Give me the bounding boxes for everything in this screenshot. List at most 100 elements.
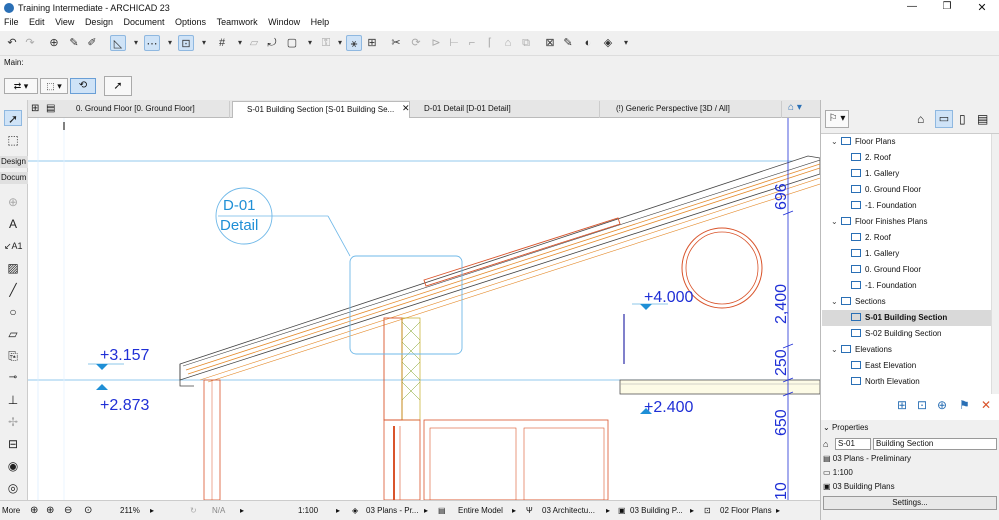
3d-view-icon[interactable]: ◈	[600, 35, 616, 51]
chevron-right-icon[interactable]: ▸	[150, 504, 154, 517]
nav-item-north-elevation[interactable]: North Elevation	[851, 374, 920, 390]
eyedropper-icon[interactable]: ✎	[66, 35, 82, 51]
nav-item-east-elevation[interactable]: East Elevation	[851, 358, 916, 374]
adjust-icon[interactable]: ⌈	[482, 35, 498, 51]
settings-button[interactable]: Settings...	[823, 496, 997, 510]
elevation-dimension-icon[interactable]: ⊥	[4, 392, 22, 408]
new-view-icon[interactable]: ⊞	[897, 398, 907, 412]
frame-icon[interactable]: ▢	[284, 35, 300, 51]
layer-row[interactable]: ▤ 03 Plans - Preliminary	[823, 453, 911, 465]
toolbox-design-label[interactable]: Design	[0, 156, 28, 168]
circle-icon[interactable]: ○	[4, 304, 22, 320]
menu-view[interactable]: View	[51, 16, 78, 27]
split-icon[interactable]: ⊢	[446, 35, 462, 51]
tab-list-icon[interactable]: ▤	[46, 103, 55, 114]
detail-marker-icon[interactable]: ◎	[4, 480, 22, 496]
layer-icon[interactable]: ▱	[246, 35, 262, 51]
drawing-canvas[interactable]: D-01 Detail +3.157 +2.873 +4.000 +2.400	[28, 118, 820, 500]
layer-combination[interactable]: 03 Plans - Pr...	[366, 504, 418, 517]
zoom-value[interactable]: 211%	[120, 504, 140, 517]
undo-icon[interactable]: ↶	[4, 35, 20, 51]
nav-item-gallery[interactable]: 1. Gallery	[851, 166, 899, 182]
properties-header[interactable]: ⌄ Properties	[823, 422, 868, 434]
guide-lines-icon[interactable]: ⋯	[144, 35, 160, 51]
pen-set-row[interactable]: ▣ 03 Building Plans	[823, 481, 895, 493]
chevron-right-icon[interactable]: ▸	[424, 504, 428, 517]
minimize-icon[interactable]: —	[905, 1, 919, 15]
chevron-right-icon[interactable]: ▸	[690, 504, 694, 517]
orbit-icon[interactable]: ⟲	[70, 78, 96, 94]
level-dimension-icon[interactable]: ⊸	[4, 370, 22, 386]
view-map-icon[interactable]: ▭	[935, 110, 953, 128]
arrow-icon[interactable]: ➚	[4, 110, 22, 126]
chevron-right-icon[interactable]: ▸	[512, 504, 516, 517]
scale-value[interactable]: 1:100	[298, 504, 318, 517]
roof-icon[interactable]: ⌂	[500, 35, 516, 51]
menu-window[interactable]: Window	[264, 16, 304, 27]
zoom-in-icon[interactable]: ⊕	[46, 504, 54, 517]
dimension-icon[interactable]: ⊕	[4, 194, 22, 210]
tab-overview-icon[interactable]: ⊞	[31, 103, 39, 114]
hotspot-icon[interactable]: ✢	[4, 414, 22, 430]
menu-file[interactable]: File	[0, 16, 23, 27]
section-marker-icon[interactable]: ◉	[4, 458, 22, 474]
redo-icon[interactable]: ↷	[22, 35, 38, 51]
marquee-icon[interactable]: ⬚	[4, 132, 22, 148]
chevron-right-icon[interactable]: ▸	[336, 504, 340, 517]
arrow-tool-icon[interactable]: ➚	[104, 76, 132, 96]
cut-icon[interactable]: ✂	[388, 35, 404, 51]
grid-icon[interactable]: #	[214, 35, 230, 51]
nav-item-roof[interactable]: 2. Roof	[851, 150, 891, 166]
tab-perspective[interactable]: (!) Generic Perspective [3D / All]	[602, 101, 782, 118]
line-icon[interactable]: ╱	[4, 282, 22, 298]
zoom-icon[interactable]: ⊙	[84, 504, 92, 517]
label-icon[interactable]: ↙A1	[4, 238, 23, 254]
delete-icon[interactable]: ✕	[981, 398, 991, 412]
clone-icon[interactable]: ⊕	[937, 398, 947, 412]
offset-icon[interactable]: ⟳	[408, 35, 424, 51]
menu-help[interactable]: Help	[307, 16, 334, 27]
magic-wand-icon[interactable]: ⚹	[346, 35, 362, 51]
project-map-icon[interactable]: ⌂	[917, 112, 924, 126]
chevron-down-icon[interactable]: ⌄	[831, 134, 841, 150]
tab-detail[interactable]: D-01 Detail [D-01 Detail]	[410, 101, 600, 118]
chevron-down-icon[interactable]: ▾	[162, 35, 178, 51]
polyline-icon[interactable]: ▱	[4, 326, 22, 342]
chevron-down-icon[interactable]: ▾	[196, 35, 212, 51]
chevron-right-icon[interactable]: ▸	[240, 504, 244, 517]
chevron-right-icon[interactable]: ▸	[776, 504, 780, 517]
nav-group-floor-finishes[interactable]: ⌄ Floor Finishes Plans	[831, 214, 927, 230]
toolbox-document-label[interactable]: Docum	[0, 172, 28, 184]
view-id-field[interactable]: S-01	[835, 438, 871, 450]
menu-document[interactable]: Document	[119, 16, 168, 27]
nav-item-ground-floor[interactable]: 0. Ground Floor	[851, 262, 921, 278]
fillet-icon[interactable]: ⌐	[464, 35, 480, 51]
chevron-down-icon[interactable]: ⌄	[831, 214, 841, 230]
pick-up-icon[interactable]: ⊕	[46, 35, 62, 51]
section-drawing[interactable]: D-01 Detail +3.157 +2.873 +4.000 +2.400	[28, 118, 820, 500]
nav-item-foundation[interactable]: -1. Foundation	[851, 198, 917, 214]
fill-icon[interactable]: ▨	[4, 260, 22, 276]
rotate-icon[interactable]: ⤾	[264, 35, 280, 51]
nav-group-sections[interactable]: ⌄ Sections	[831, 294, 886, 310]
text-icon[interactable]: A	[4, 216, 22, 232]
save-view-icon[interactable]: ⚑	[959, 398, 970, 412]
align-icon[interactable]: ⊠	[542, 35, 558, 51]
nav-item-roof[interactable]: 2. Roof	[851, 230, 891, 246]
new-folder-icon[interactable]: ⊡	[917, 398, 927, 412]
tab-ground-floor[interactable]: 0. Ground Floor [0. Ground Floor]	[62, 101, 230, 118]
maximize-icon[interactable]: ❐	[940, 1, 954, 15]
nav-group-floor-plans[interactable]: ⌄ Floor Plans	[831, 134, 895, 150]
publisher-icon[interactable]: ▤	[977, 112, 988, 126]
scale-row[interactable]: ▭ 1:100	[823, 467, 853, 479]
chevron-down-icon[interactable]: ⌄	[831, 294, 841, 310]
view-name-field[interactable]: Building Section	[873, 438, 997, 450]
paint-icon[interactable]: ✎	[560, 35, 576, 51]
snap-points-icon[interactable]: ⊡	[178, 35, 194, 51]
tab-building-section[interactable]: S-01 Building Section [S-01 Building Se.…	[232, 101, 410, 118]
chevron-down-icon[interactable]: ⌄	[831, 342, 841, 358]
drawing-icon[interactable]: ⎘	[4, 348, 22, 364]
menu-teamwork[interactable]: Teamwork	[213, 16, 262, 27]
stretch-icon[interactable]: ⊳	[428, 35, 444, 51]
nav-item-gallery[interactable]: 1. Gallery	[851, 246, 899, 262]
